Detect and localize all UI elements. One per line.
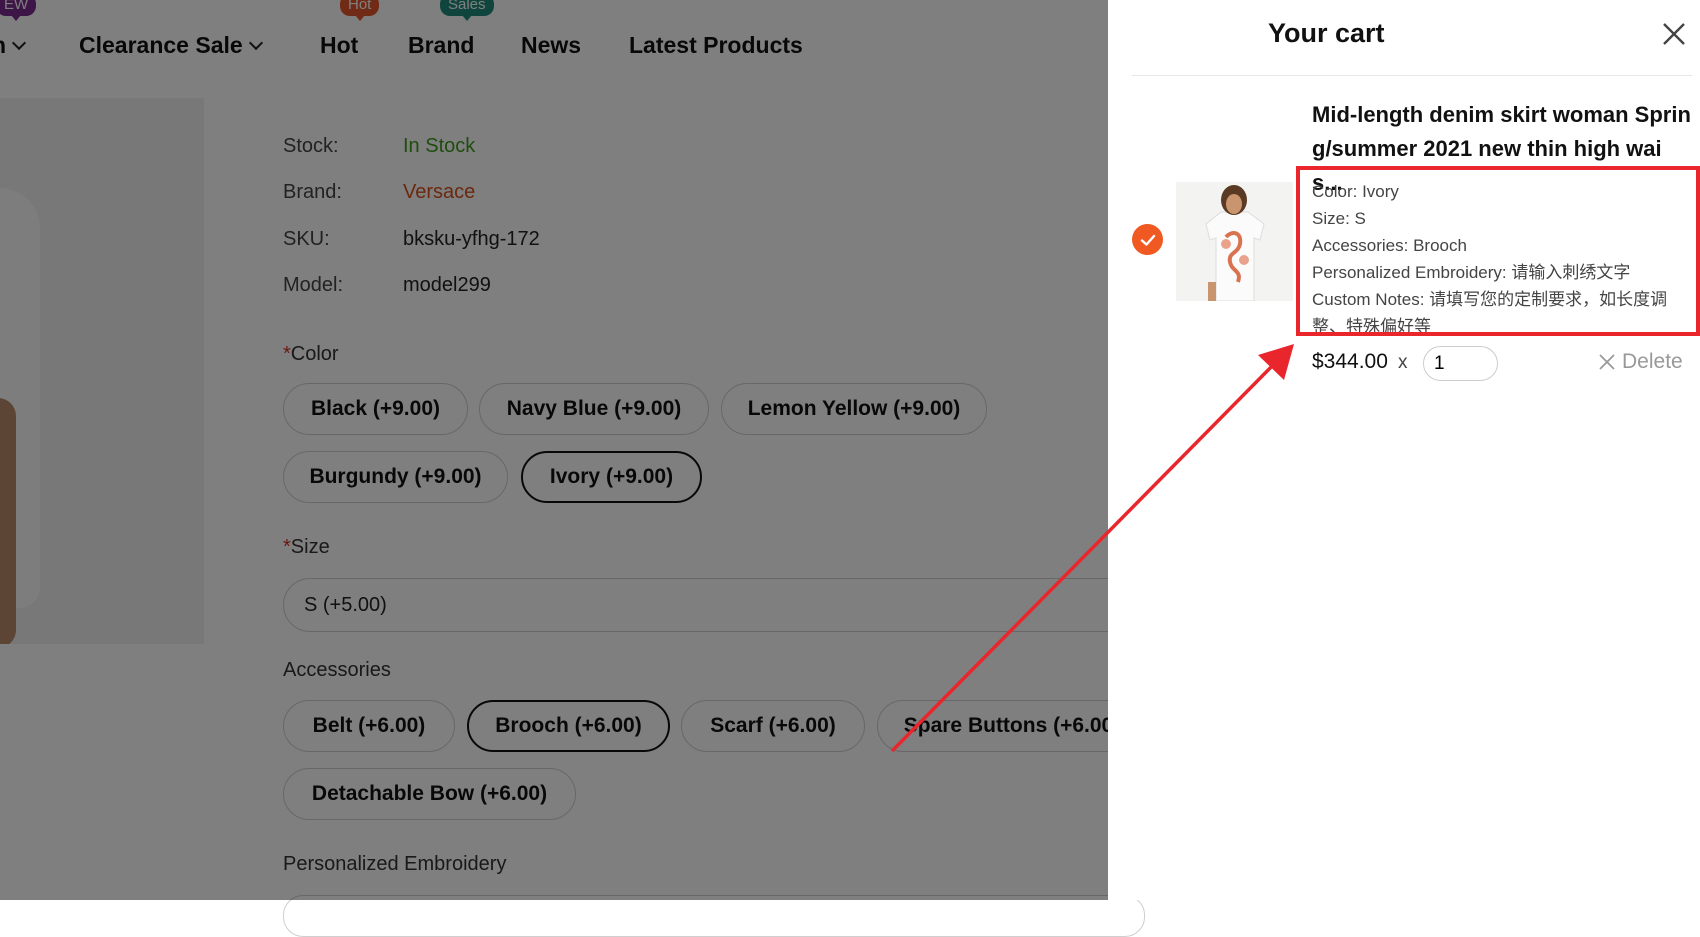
cart-item-price: $344.00 [1312, 350, 1388, 373]
delete-label: Delete [1622, 350, 1683, 373]
item-select-checkbox[interactable] [1132, 224, 1163, 255]
close-icon [1663, 23, 1685, 45]
cart-item-thumbnail[interactable] [1176, 182, 1293, 301]
delete-x-icon [1599, 354, 1615, 370]
embroidery-input[interactable] [283, 895, 1145, 937]
cart-drawer: Your cart Mid-length denim skirt woman S… [1108, 0, 1700, 900]
quantity-multiplier: x [1398, 352, 1408, 373]
attributes-highlight-box [1296, 166, 1700, 336]
checkmark-icon [1140, 234, 1155, 246]
close-button[interactable] [1658, 18, 1690, 50]
cart-title: Your cart [1268, 18, 1385, 48]
drawer-divider [1132, 75, 1692, 76]
modal-overlay[interactable] [0, 0, 1108, 900]
quantity-input[interactable] [1423, 346, 1498, 381]
product-thumbnail-image [1176, 182, 1293, 301]
delete-button[interactable]: Delete [1598, 350, 1683, 374]
